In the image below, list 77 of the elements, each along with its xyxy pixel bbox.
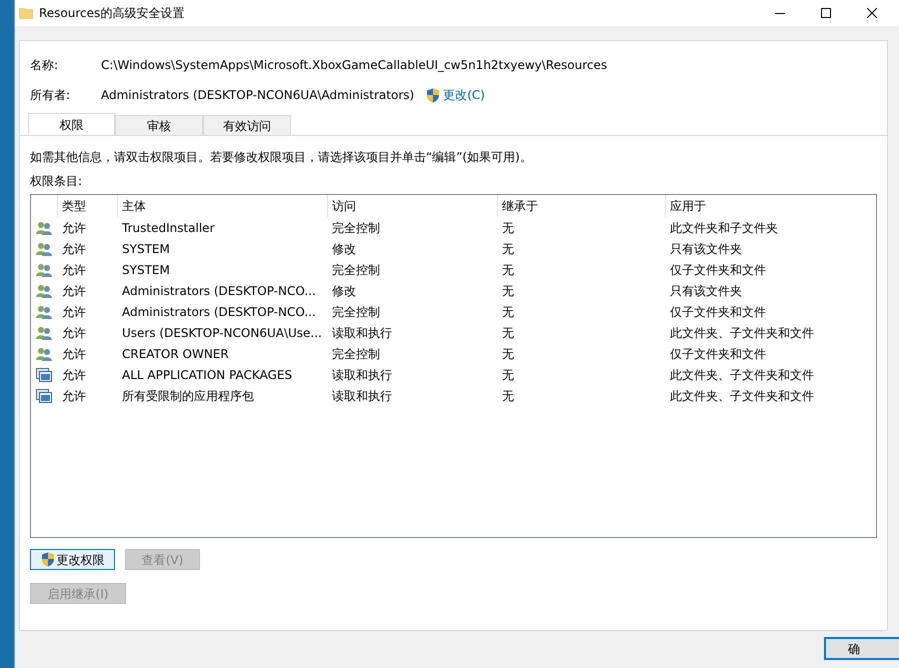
tab[interactable]: 权限 [28,113,115,135]
owner-label: 所有者: [30,87,72,104]
name-label: 名称: [30,57,60,74]
shield-icon [426,88,440,102]
table-cell-text: 允许 [61,262,87,278]
table-cell-text: 仅子文件夹和文件 [669,346,767,362]
table-cell-text: 无 [501,388,515,404]
tab[interactable]: 有效访问 [203,115,291,135]
table-cell-text: ALL APPLICATION PACKAGES [121,366,294,384]
users-icon [36,220,52,234]
table-cell-text: 此文件夹、子文件夹和文件 [669,366,815,384]
table-cell-text: 无 [501,304,515,320]
table-cell-text: 无 [501,346,515,362]
users-icon [36,284,52,298]
change-permissions-button[interactable]: 更改权限 [30,549,115,570]
maximize-icon [821,8,831,18]
table-cell-text: 无 [501,366,515,384]
folder-icon [19,7,33,19]
tab[interactable]: 审核 [115,115,203,135]
table-cell-text: CREATOR OWNER [121,346,230,362]
table-cell-text: Administrators (DESKTOP-NCO... [121,304,317,320]
table-cell-text: 允许 [61,324,87,342]
table-cell-text: 修改 [331,240,357,258]
table-cell-text: 允许 [61,304,87,320]
ok-button[interactable]: 确 [824,637,899,660]
table-cell-text: 只有该文件夹 [669,282,743,300]
table-cell-text: 所有受限制的应用程序包 [121,388,255,404]
table-cell-text: SYSTEM [121,262,171,278]
app-package-icon [36,368,52,382]
column-header[interactable]: 继承于 [497,195,665,217]
table-cell-text: 完全控制 [331,346,381,362]
table-cell-text: 完全控制 [331,220,381,236]
table-cell-text: 此文件夹、子文件夹和文件 [669,324,815,342]
close-icon [867,8,877,18]
table-cell-text: 允许 [61,366,87,384]
column-header[interactable]: 类型 [57,195,117,217]
table-cell-text: 此文件夹、子文件夹和文件 [669,388,815,404]
table-cell-text: 无 [501,262,515,278]
window-title: Resources的高级安全设置 [39,5,184,22]
owner-value: Administrators (DESKTOP-NCON6UA\Administrators) [101,87,414,104]
table-cell-text: Users (DESKTOP-NCON6UA\Use... [121,324,323,342]
column-header[interactable]: 主体 [117,195,327,217]
users-icon [36,304,52,318]
users-icon [36,346,52,360]
table-cell-text: Administrators (DESKTOP-NCO... [121,282,317,300]
table-cell-text: 完全控制 [331,262,381,278]
table-cell-text: 允许 [61,346,87,362]
users-icon [36,242,52,256]
table-cell-text: SYSTEM [121,240,171,258]
table-cell-text: 无 [501,240,515,258]
table-cell-text: 此文件夹和子文件夹 [669,220,779,236]
table-cell-text: 允许 [61,388,87,404]
table-cell-text: 允许 [61,220,87,236]
table-cell-text: TrustedInstaller [121,220,216,236]
table-cell-text: 仅子文件夹和文件 [669,262,767,278]
change-owner-link[interactable]: 更改(C) [443,86,485,104]
entries-label: 权限条目: [30,173,84,190]
minimize-icon [775,12,785,14]
column-header[interactable]: 访问 [327,195,497,217]
users-icon [36,262,52,276]
table-cell-text: 允许 [61,240,87,258]
table-cell-text: 读取和执行 [331,366,393,384]
table-cell-text: 仅子文件夹和文件 [669,304,767,320]
info-text: 如需其他信息，请双击权限项目。若要修改权限项目，请选择该项目并单击“编辑”(如果可用)。 [30,149,533,166]
table-cell-text: 无 [501,220,515,236]
table-cell-text: 允许 [61,282,87,300]
users-icon [36,326,52,340]
table-cell-text: 读取和执行 [331,324,393,342]
table-cell-text: 修改 [331,282,357,300]
table-cell-text: 无 [501,282,515,300]
table-cell-text: 读取和执行 [331,388,393,404]
name-value: C:\Windows\SystemApps\Microsoft.XboxGameCallableUI_cw5n1h2txyewy\Resources [101,57,608,74]
app-package-icon [36,388,52,402]
column-header[interactable]: 应用于 [665,195,876,217]
table-cell-text: 无 [501,324,515,342]
table-cell-text: 只有该文件夹 [669,240,743,258]
table-cell-text: 完全控制 [331,304,381,320]
